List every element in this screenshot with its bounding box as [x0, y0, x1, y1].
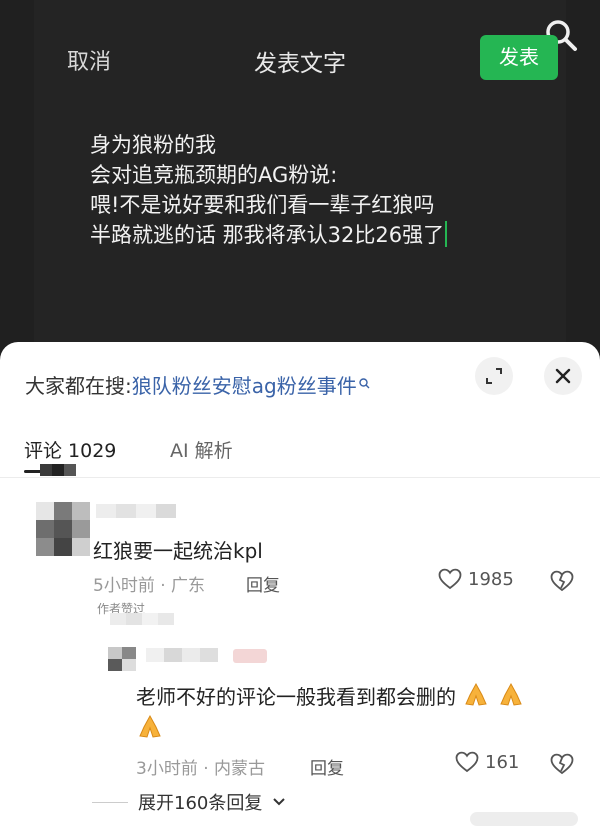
reply-button[interactable]: 回复: [246, 571, 280, 596]
close-button[interactable]: [544, 357, 582, 395]
like-count: 161: [485, 751, 520, 773]
like-button[interactable]: 161: [455, 751, 519, 773]
comment-time-location: 5小时前 · 广东: [93, 576, 206, 596]
broken-heart-icon[interactable]: [550, 753, 574, 775]
username[interactable]: [110, 613, 174, 625]
heart-outline-icon: [438, 568, 462, 590]
editor-textarea[interactable]: 身为狼粉的我 会对追竞瓶颈期的AG粉说: 喂!不是说好要和我们看一辈子红狼吗 半…: [90, 130, 448, 250]
editor-text-line-content: 半路就逃的话 那我将承认32比26强了: [90, 223, 445, 247]
search-icon: [359, 378, 370, 389]
publish-button[interactable]: 发表: [480, 35, 558, 80]
trending-search-prefix: 大家都在搜:: [25, 374, 132, 398]
comment-text: 红狼要一起统治kpl: [93, 539, 263, 563]
avatar[interactable]: [40, 464, 76, 476]
trending-search-row: 大家都在搜:狼队粉丝安慰ag粉丝事件: [25, 370, 370, 399]
text-caret: [445, 221, 448, 247]
avatar[interactable]: [108, 647, 136, 671]
editor-text-line: 喂!不是说好要和我们看一辈子红狼吗: [90, 193, 435, 217]
close-icon: [555, 368, 571, 384]
author-tag: [233, 649, 267, 663]
reply-text: 老师不好的评论一般我看到都会删的: [136, 681, 525, 710]
folded-hands-emoji: [465, 682, 488, 706]
chevron-down-icon: [273, 798, 286, 806]
editor-text-line: 半路就逃的话 那我将承认32比26强了: [90, 220, 448, 250]
comment-sheet: 大家都在搜:狼队粉丝安慰ag粉丝事件 评论 1029 AI 解析 红狼要一起统治…: [0, 342, 600, 838]
broken-heart-icon[interactable]: [550, 570, 574, 592]
trending-search-link[interactable]: 狼队粉丝安慰ag粉丝事件: [132, 374, 357, 398]
expand-replies-button[interactable]: 展开160条回复: [92, 789, 286, 815]
username[interactable]: [146, 648, 218, 662]
tab-ai-analysis[interactable]: AI 解析: [170, 436, 233, 463]
reply-time-location: 3小时前 · 内蒙古: [136, 759, 266, 779]
reply-text-content: 老师不好的评论一般我看到都会删的: [136, 685, 456, 709]
editor-text-line: 身为狼粉的我: [90, 133, 216, 157]
like-button[interactable]: 1985: [438, 568, 514, 590]
username[interactable]: [96, 504, 176, 518]
expand-divider-line: [92, 801, 128, 803]
tab-divider: [0, 477, 600, 478]
editor-text-line: 会对追竞瓶颈期的AG粉说:: [90, 163, 338, 187]
avatar[interactable]: [36, 502, 90, 556]
expand-replies-label: 展开160条回复: [138, 793, 263, 814]
text-editor: 取消 发表文字 发表 身为狼粉的我 会对追竞瓶颈期的AG粉说: 喂!不是说好要和…: [0, 0, 600, 360]
home-indicator: [470, 812, 578, 826]
expand-button[interactable]: [475, 357, 513, 395]
folded-hands-emoji: [499, 682, 522, 706]
expand-icon: [486, 368, 502, 384]
reply-button[interactable]: 回复: [310, 754, 344, 779]
tab-comments[interactable]: 评论 1029: [24, 436, 116, 463]
heart-outline-icon: [455, 751, 479, 773]
like-count: 1985: [468, 568, 514, 590]
folded-hands-emoji: [139, 714, 161, 738]
